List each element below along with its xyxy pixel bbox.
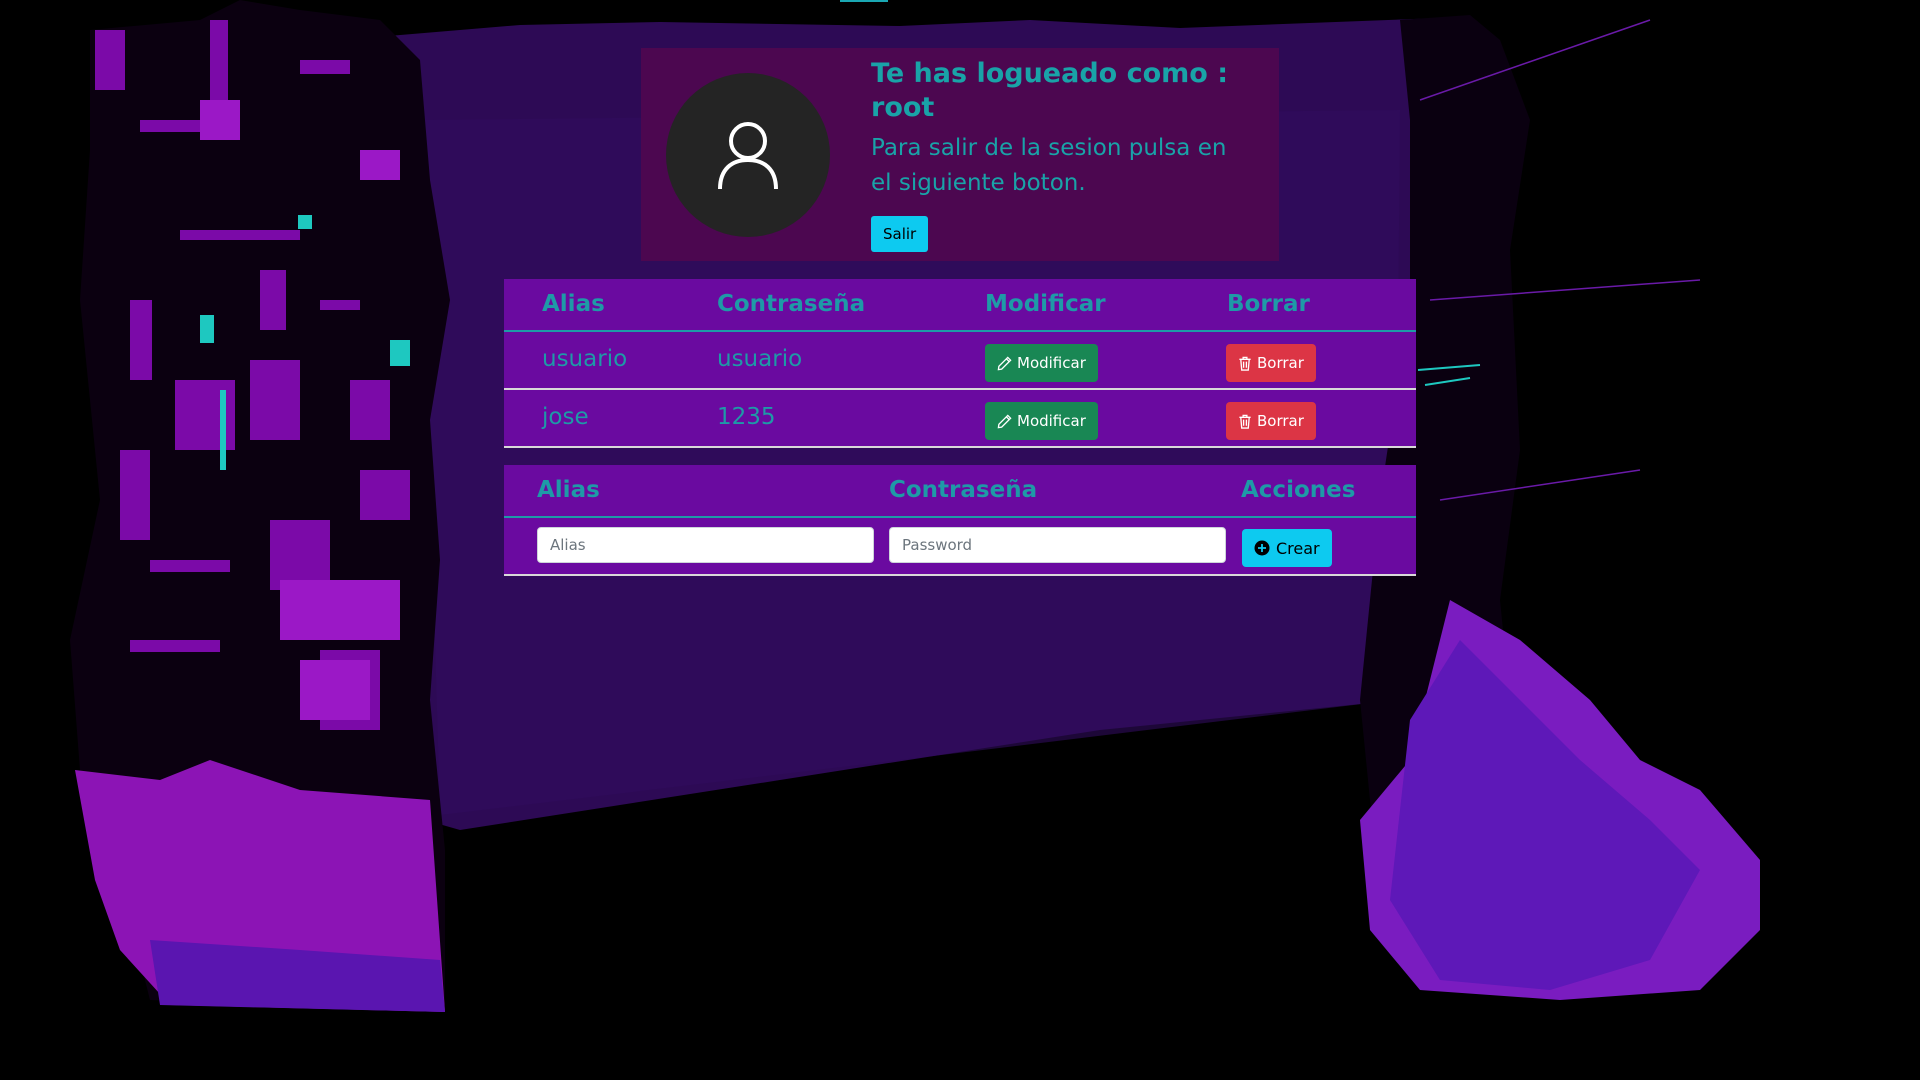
users-table: Alias Contraseña Modificar Borrar usuari… bbox=[504, 279, 1416, 448]
create-header-password: Contraseña bbox=[889, 477, 1038, 503]
create-button[interactable]: Crear bbox=[1242, 529, 1332, 567]
profile-card-body: Te has logueado como : root Para salir d… bbox=[871, 57, 1231, 252]
password-input[interactable] bbox=[889, 527, 1226, 563]
plus-circle-icon bbox=[1254, 540, 1270, 556]
pencil-icon bbox=[997, 355, 1012, 370]
row-password: usuario bbox=[717, 346, 803, 372]
table-row: usuario usuario Modificar Borrar bbox=[504, 332, 1416, 390]
row-password: 1235 bbox=[717, 404, 776, 430]
profile-text: Para salir de la sesion pulsa en el sigu… bbox=[871, 134, 1227, 197]
profile-card: Te has logueado como : root Para salir d… bbox=[641, 48, 1279, 261]
logout-button[interactable]: Salir bbox=[871, 215, 929, 252]
delete-button[interactable]: Borrar bbox=[1226, 344, 1316, 382]
delete-button[interactable]: Borrar bbox=[1226, 402, 1316, 440]
avatar bbox=[666, 72, 830, 237]
create-label: Crear bbox=[1276, 538, 1320, 558]
header-alias: Alias bbox=[542, 291, 605, 317]
modify-button[interactable]: Modificar bbox=[985, 344, 1098, 382]
create-user-table: Alias Contraseña Acciones Crear bbox=[504, 465, 1416, 576]
header-delete: Borrar bbox=[1227, 291, 1310, 317]
create-row: Crear bbox=[504, 518, 1416, 576]
trash-icon bbox=[1239, 356, 1251, 371]
users-table-header: Alias Contraseña Modificar Borrar bbox=[504, 279, 1416, 332]
create-header-alias: Alias bbox=[537, 477, 600, 503]
delete-label: Borrar bbox=[1257, 354, 1304, 372]
row-alias: jose bbox=[542, 404, 589, 430]
create-header-actions: Acciones bbox=[1241, 477, 1356, 503]
create-table-header: Alias Contraseña Acciones bbox=[504, 465, 1416, 518]
modify-button[interactable]: Modificar bbox=[985, 402, 1098, 440]
trash-icon bbox=[1239, 414, 1251, 429]
profile-title: Te has logueado como : root bbox=[871, 58, 1229, 123]
modify-label: Modificar bbox=[1017, 412, 1086, 430]
row-alias: usuario bbox=[542, 346, 628, 372]
header-modify: Modificar bbox=[985, 291, 1106, 317]
top-indicator bbox=[840, 0, 888, 2]
pencil-icon bbox=[997, 413, 1012, 428]
table-row: jose 1235 Modificar Borrar bbox=[504, 390, 1416, 448]
alias-input[interactable] bbox=[537, 527, 874, 563]
modify-label: Modificar bbox=[1017, 354, 1086, 372]
delete-label: Borrar bbox=[1257, 412, 1304, 430]
user-icon bbox=[718, 121, 778, 189]
header-password: Contraseña bbox=[717, 291, 866, 317]
